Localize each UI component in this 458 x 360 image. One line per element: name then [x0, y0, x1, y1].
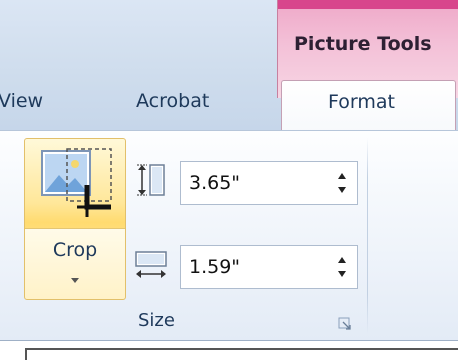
group-separator: [367, 138, 368, 334]
tab-acrobat[interactable]: Acrobat: [136, 90, 209, 112]
shape-width-value: 1.59": [189, 256, 241, 278]
tab-view[interactable]: View: [0, 90, 43, 112]
document-page-edge: [25, 348, 458, 360]
dialog-launcher-icon[interactable]: [338, 317, 352, 331]
size-group-label: Size: [138, 310, 175, 331]
contextual-group-title: Picture Tools: [294, 33, 432, 55]
tab-format-label: Format: [328, 91, 395, 113]
crop-icon: [41, 148, 112, 217]
contextual-accent-bar: [278, 0, 458, 9]
shape-height-value: 3.65": [189, 172, 241, 194]
word-ribbon-screenshot: Picture Tools View Acrobat Format Crop 3…: [0, 0, 458, 360]
crop-label: Crop: [52, 239, 98, 261]
crop-button-divider: [25, 228, 125, 229]
crop-button[interactable]: Crop: [24, 138, 126, 300]
width-spin-arrows-icon[interactable]: [335, 252, 349, 282]
height-spin-arrows-icon[interactable]: [335, 168, 349, 198]
shape-height-field[interactable]: 3.65": [180, 161, 358, 205]
shape-height-icon: [137, 164, 165, 196]
tab-format[interactable]: Format: [281, 80, 456, 132]
chevron-down-icon: [71, 278, 79, 283]
shape-width-field[interactable]: 1.59": [180, 245, 358, 289]
shape-width-icon: [135, 251, 167, 278]
